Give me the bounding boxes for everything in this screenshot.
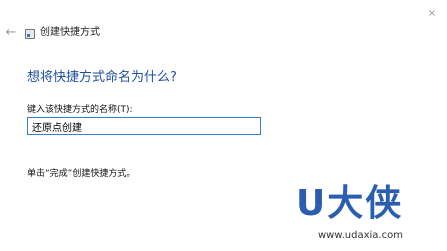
close-icon[interactable]: × bbox=[426, 8, 438, 20]
shortcut-name-input[interactable] bbox=[27, 117, 261, 135]
page-heading: 想将快捷方式命名为什么? bbox=[27, 70, 177, 85]
back-arrow-icon[interactable]: ← bbox=[4, 26, 18, 40]
finish-hint: 单击“完成”创建快捷方式。 bbox=[27, 169, 136, 179]
shortcut-name-label: 键入该快捷方式的名称(T): bbox=[27, 105, 133, 115]
watermark-url: www.udaxia.com bbox=[318, 230, 403, 241]
watermark-logo: U大侠 bbox=[296, 183, 404, 224]
window-title: 创建快捷方式 bbox=[40, 27, 100, 38]
title-bar: ← 创建快捷方式 × bbox=[0, 0, 447, 58]
shortcut-icon bbox=[25, 29, 35, 39]
